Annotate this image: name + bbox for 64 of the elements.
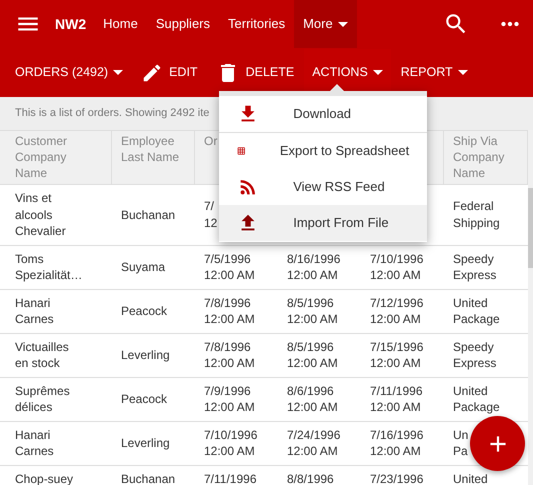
table-cell: Hanari Carnes: [15, 426, 54, 460]
column-header: Customer Company Name: [15, 133, 68, 181]
table-cell: Victuailles en stock: [15, 338, 69, 372]
table-cell: 8/6/1996 12:00 AM: [287, 382, 338, 416]
brand-name[interactable]: NW2: [55, 14, 86, 34]
table-cell: 7/23/1996: [370, 470, 424, 485]
table-cell: 8/5/1996 12:00 AM: [287, 338, 338, 372]
table-cell: Peacock: [121, 302, 168, 320]
table-cell: 8/8/1996: [287, 470, 334, 485]
toolbar-button[interactable]: REPORT: [392, 48, 476, 96]
column-header: Or: [204, 133, 218, 149]
table-cell: 7/8/1996 12:00 AM: [204, 338, 255, 372]
nav-link[interactable]: Suppliers: [146, 0, 220, 48]
table-cell: 7/8/1996 12:00 AM: [204, 294, 255, 328]
table-cell: United Package: [453, 382, 500, 416]
table-cell: Hanari Carnes: [15, 294, 54, 328]
toolbar-button[interactable]: ORDERS (2492): [7, 48, 132, 96]
table-cell: United: [453, 470, 488, 485]
table-cell: 7/11/1996 12:00 AM: [370, 382, 422, 416]
table-cell: Leverling: [121, 434, 170, 452]
table-cell: 7/10/1996 12:00 AM: [370, 250, 424, 284]
pencil-icon: [141, 62, 164, 84]
table-cell: Speedy Express: [453, 250, 496, 284]
table-cell: Leverling: [121, 346, 170, 364]
nav-link[interactable]: Territories: [219, 0, 294, 48]
info-text: This is a list of orders. Showing 2492 ite: [15, 106, 210, 122]
table-cell: Buchanan: [121, 206, 176, 223]
table-cell: Toms Spezialität…: [15, 250, 82, 284]
table-cell: Un Pa: [453, 426, 468, 460]
table-cell: Chop-suey: [15, 470, 74, 485]
table-cell: 7/11/1996: [204, 470, 256, 485]
table-cell: 7/16/1996 12:00 AM: [370, 426, 424, 460]
table-cell: Suyama: [121, 258, 166, 276]
table-cell: 7/5/1996 12:00 AM: [204, 250, 255, 284]
table-cell: 7/24/1996 12:00 AM: [287, 426, 340, 460]
table-cell: 7/15/1996 12:00 AM: [370, 338, 424, 372]
menu-item[interactable]: View RSS Feed: [219, 168, 428, 204]
table-cell: Buchanan: [121, 470, 176, 485]
caret-icon: [458, 70, 468, 75]
table-cell: 7/10/1996 12:00 AM: [204, 426, 258, 460]
caret-icon: [113, 70, 124, 75]
toolbar-button[interactable]: DELETE: [208, 48, 302, 96]
table-cell: Speedy Express: [453, 338, 496, 372]
table-cell: Federal Shipping: [453, 198, 500, 232]
nav-link[interactable]: Home: [94, 0, 147, 48]
menu-item[interactable]: Export to Spreadsheet: [219, 132, 428, 168]
add-button[interactable]: [470, 416, 525, 471]
table-cell: 7/ 12: [204, 198, 218, 232]
scrollbar[interactable]: [528, 130, 533, 485]
table-cell: 8/16/1996 12:00 AM: [287, 250, 340, 284]
table-cell: 7/12/1996 12:00 AM: [370, 294, 424, 328]
caret-icon: [372, 70, 383, 75]
table-cell: Peacock: [121, 390, 168, 408]
nav-link[interactable]: More: [294, 0, 357, 48]
table-cell: 7/9/1996 12:00 AM: [204, 382, 255, 416]
menu-item[interactable]: Download: [219, 96, 428, 132]
table-cell: United Package: [453, 294, 500, 328]
column-header: Employee Last Name: [121, 133, 180, 165]
column-header: Ship Via Company Name: [453, 133, 506, 181]
toolbar-button[interactable]: EDIT: [133, 48, 206, 96]
table-cell: Vins et alcools Chevalier: [15, 190, 66, 240]
table-cell: 8/5/1996 12:00 AM: [287, 294, 338, 328]
table-cell: Suprêmes délices: [15, 382, 70, 416]
menu-item[interactable]: Import From File: [219, 204, 428, 240]
